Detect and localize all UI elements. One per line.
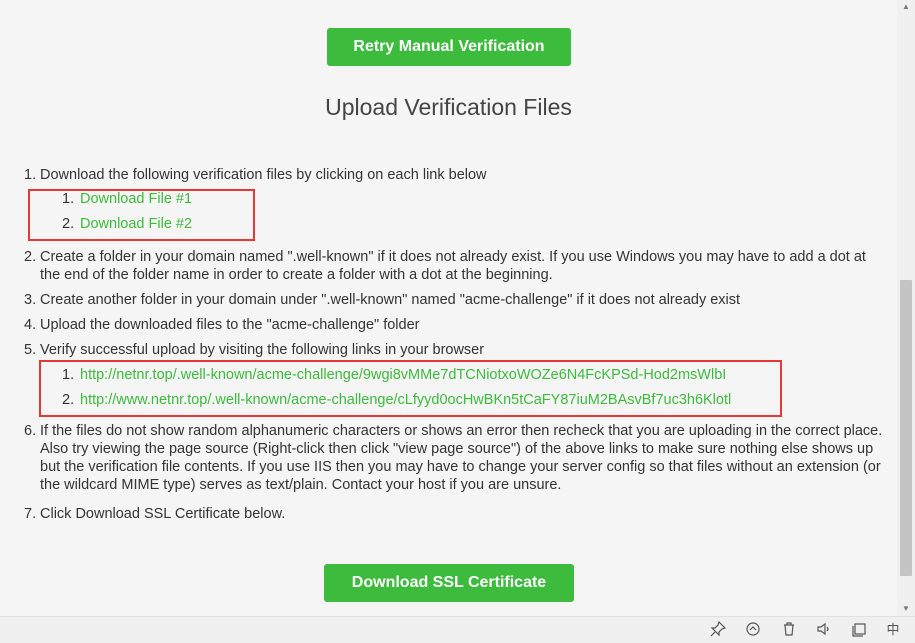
- download-ssl-certificate-button[interactable]: Download SSL Certificate: [324, 564, 574, 602]
- step-number: 2.: [24, 249, 37, 265]
- step-number: 1.: [24, 167, 37, 183]
- step-text: Verify successful upload by visiting the…: [40, 342, 485, 358]
- step-text: Download the following verification file…: [40, 167, 487, 183]
- refresh-icon[interactable]: [744, 621, 762, 639]
- speaker-icon[interactable]: [815, 621, 833, 639]
- retry-manual-verification-button[interactable]: Retry Manual Verification: [327, 28, 571, 66]
- trash-icon[interactable]: [780, 621, 798, 639]
- scroll-up-arrow-icon[interactable]: ▲: [902, 2, 910, 11]
- step-text: If the files do not show random alphanum…: [40, 423, 883, 493]
- step-text: Create another folder in your domain und…: [40, 292, 741, 308]
- step-text: Click Download SSL Certificate below.: [40, 506, 286, 522]
- pin-icon[interactable]: [709, 620, 727, 639]
- highlight-box-downloads: [28, 189, 255, 241]
- highlight-box-verify-links: [39, 360, 782, 417]
- window-icon[interactable]: [851, 621, 869, 639]
- step-number: 5.: [24, 342, 37, 358]
- step-text: Create a folder in your domain named ".w…: [40, 249, 866, 283]
- scroll-down-arrow-icon[interactable]: ▼: [902, 604, 910, 613]
- page-content: Retry Manual Verification Upload Verific…: [0, 0, 897, 616]
- page-title: Upload Verification Files: [325, 94, 572, 120]
- step-number: 4.: [24, 317, 37, 333]
- input-method-icon[interactable]: 中: [884, 621, 902, 639]
- step-text: Upload the downloaded files to the "acme…: [40, 317, 420, 333]
- taskbar: 中: [0, 616, 915, 643]
- scroll-thumb[interactable]: [900, 280, 912, 576]
- step-number: 3.: [24, 292, 37, 308]
- step-number: 6.: [24, 423, 37, 439]
- step-number: 7.: [24, 506, 37, 522]
- vertical-scrollbar[interactable]: ▲ ▼: [897, 0, 915, 616]
